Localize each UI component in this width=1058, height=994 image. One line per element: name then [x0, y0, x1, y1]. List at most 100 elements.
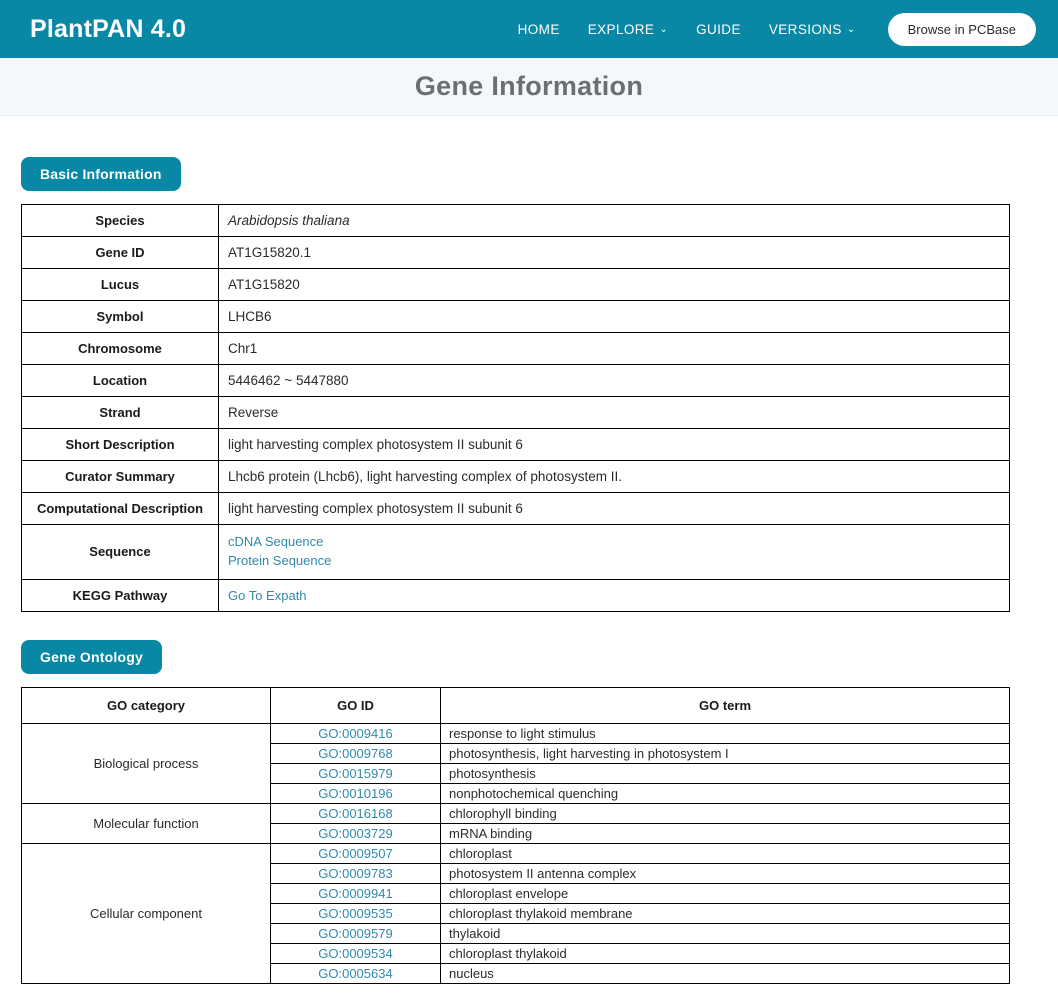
basic-info-label: Strand [22, 397, 219, 429]
protein-sequence-link[interactable]: Protein Sequence [228, 552, 1000, 571]
table-row: ChromosomeChr1 [22, 333, 1010, 365]
chevron-down-icon: ⌄ [847, 25, 856, 35]
go-to-expath-link[interactable]: Go To Expath [228, 588, 307, 603]
basic-info-value: AT1G15820 [219, 269, 1010, 301]
basic-info-value: light harvesting complex photosystem II … [219, 493, 1010, 525]
basic-info-label: Species [22, 205, 219, 237]
go-id-cell: GO:0009579 [271, 923, 441, 943]
page-content: Basic Information SpeciesArabidopsis tha… [0, 157, 1058, 994]
nav-links: HOME EXPLORE ⌄ GUIDE VERSIONS ⌄ Browse i… [504, 13, 1036, 46]
basic-info-label: Chromosome [22, 333, 219, 365]
go-id-cell: GO:0015979 [271, 763, 441, 783]
gene-ontology-pill: Gene Ontology [21, 640, 162, 674]
basic-info-value: Arabidopsis thaliana [219, 205, 1010, 237]
basic-information-pill: Basic Information [21, 157, 181, 191]
go-id-link[interactable]: GO:0005634 [318, 966, 392, 981]
go-category-cell: Cellular component [22, 843, 271, 983]
column-header-go-term: GO term [441, 687, 1010, 723]
go-id-cell: GO:0009534 [271, 943, 441, 963]
go-term-cell: response to light stimulus [441, 723, 1010, 743]
go-term-cell: chloroplast envelope [441, 883, 1010, 903]
basic-info-value: Lhcb6 protein (Lhcb6), light harvesting … [219, 461, 1010, 493]
gene-ontology-table-body: Biological process GO:0009416 response to … [22, 723, 1010, 983]
go-id-link[interactable]: GO:0015979 [318, 766, 392, 781]
nav-link-home[interactable]: HOME [504, 16, 574, 43]
table-row: KEGG Pathway Go To Expath [22, 579, 1010, 611]
top-navbar: PlantPAN 4.0 HOME EXPLORE ⌄ GUIDE VERSIO… [0, 0, 1058, 58]
table-row: LucusAT1G15820 [22, 269, 1010, 301]
nav-link-versions[interactable]: VERSIONS ⌄ [755, 16, 870, 43]
go-id-cell: GO:0003729 [271, 823, 441, 843]
nav-link-guide[interactable]: GUIDE [682, 16, 755, 43]
go-term-cell: chloroplast thylakoid [441, 943, 1010, 963]
go-id-cell: GO:0009535 [271, 903, 441, 923]
go-id-link[interactable]: GO:0009416 [318, 726, 392, 741]
go-term-cell: chloroplast thylakoid membrane [441, 903, 1010, 923]
nav-link-explore[interactable]: EXPLORE ⌄ [574, 16, 682, 43]
go-id-cell: GO:0009507 [271, 843, 441, 863]
go-id-cell: GO:0005634 [271, 963, 441, 983]
go-id-cell: GO:0009768 [271, 743, 441, 763]
go-id-cell: GO:0009783 [271, 863, 441, 883]
table-row: Location5446462 ~ 5447880 [22, 365, 1010, 397]
basic-info-label: Symbol [22, 301, 219, 333]
table-row: Biological processGO:0009416response to … [22, 723, 1010, 743]
basic-info-value: Reverse [219, 397, 1010, 429]
gene-ontology-table: GO category GO ID GO term Biological pro… [21, 687, 1010, 984]
go-term-cell: mRNA binding [441, 823, 1010, 843]
basic-info-label: Short Description [22, 429, 219, 461]
basic-info-label: Computational Description [22, 493, 219, 525]
go-id-cell: GO:0010196 [271, 783, 441, 803]
table-row: SymbolLHCB6 [22, 301, 1010, 333]
table-row: SequencecDNA SequenceProtein Sequence [22, 525, 1010, 580]
go-term-cell: thylakoid [441, 923, 1010, 943]
go-id-link[interactable]: GO:0009941 [318, 886, 392, 901]
sequence-links-cell: cDNA SequenceProtein Sequence [219, 525, 1010, 580]
nav-link-explore-label: EXPLORE [588, 22, 655, 37]
go-id-link[interactable]: GO:0009507 [318, 846, 392, 861]
page-title: Gene Information [415, 71, 643, 102]
column-header-go-id: GO ID [271, 687, 441, 723]
go-id-link[interactable]: GO:0016168 [318, 806, 392, 821]
go-id-cell: GO:0016168 [271, 803, 441, 823]
site-logo[interactable]: PlantPAN 4.0 [30, 17, 186, 42]
go-id-link[interactable]: GO:0009535 [318, 906, 392, 921]
table-row: Short Descriptionlight harvesting comple… [22, 429, 1010, 461]
go-term-cell: photosynthesis, light harvesting in phot… [441, 743, 1010, 763]
basic-information-heading-wrap: Basic Information [21, 157, 1037, 191]
go-term-cell: chlorophyll binding [441, 803, 1010, 823]
go-id-link[interactable]: GO:0009534 [318, 946, 392, 961]
go-id-cell: GO:0009416 [271, 723, 441, 743]
table-row: Cellular componentGO:0009507chloroplast [22, 843, 1010, 863]
bottom-spacer [21, 984, 1037, 994]
basic-information-table-body: SpeciesArabidopsis thalianaGene IDAT1G15… [22, 205, 1010, 612]
basic-info-label: Sequence [22, 525, 219, 580]
basic-info-value: light harvesting complex photosystem II … [219, 429, 1010, 461]
basic-info-label: KEGG Pathway [22, 579, 219, 611]
page-title-band: Gene Information [0, 58, 1058, 116]
basic-info-value: AT1G15820.1 [219, 237, 1010, 269]
table-row: Curator SummaryLhcb6 protein (Lhcb6), li… [22, 461, 1010, 493]
basic-info-label: Location [22, 365, 219, 397]
browse-in-pcbase-button[interactable]: Browse in PCBase [888, 13, 1036, 46]
nav-link-guide-label: GUIDE [696, 22, 741, 37]
basic-info-label: Lucus [22, 269, 219, 301]
go-id-link[interactable]: GO:0010196 [318, 786, 392, 801]
go-id-link[interactable]: GO:0003729 [318, 826, 392, 841]
go-term-cell: chloroplast [441, 843, 1010, 863]
cdna-sequence-link[interactable]: cDNA Sequence [228, 533, 1000, 552]
go-id-link[interactable]: GO:0009768 [318, 746, 392, 761]
table-header-row: GO category GO ID GO term [22, 687, 1010, 723]
go-term-cell: photosynthesis [441, 763, 1010, 783]
go-category-cell: Molecular function [22, 803, 271, 843]
basic-info-value: 5446462 ~ 5447880 [219, 365, 1010, 397]
go-id-link[interactable]: GO:0009579 [318, 926, 392, 941]
go-category-cell: Biological process [22, 723, 271, 803]
kegg-link-cell: Go To Expath [219, 579, 1010, 611]
table-row: StrandReverse [22, 397, 1010, 429]
table-row: Molecular functionGO:0016168chlorophyll … [22, 803, 1010, 823]
go-id-link[interactable]: GO:0009783 [318, 866, 392, 881]
nav-link-versions-label: VERSIONS [769, 22, 842, 37]
basic-info-value: LHCB6 [219, 301, 1010, 333]
gene-ontology-heading-wrap: Gene Ontology [21, 640, 1037, 674]
